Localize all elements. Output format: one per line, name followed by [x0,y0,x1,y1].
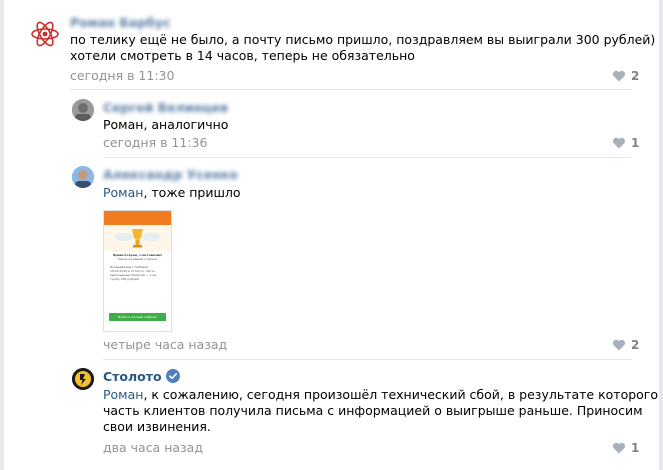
avatar[interactable] [72,368,94,390]
comment-author[interactable]: Роман Барбус [70,15,171,30]
comment-text-rest: , к сожалению, сегодня произошёл техниче… [143,387,659,402]
comment-text-line: по телику ещё не было, а почту письмо пр… [70,32,656,47]
comment-text: Роман, тоже пришло [103,185,241,201]
avatar[interactable] [28,17,62,51]
person-photo-icon [72,99,94,121]
trophy-icon [115,229,160,248]
comment-text: Роман, аналогично [103,117,229,132]
divider [103,157,632,158]
author-name: Столото [103,369,162,384]
like-button[interactable]: 1 [612,136,639,150]
attachment-subtitle: Удача на вашей стороне [118,257,157,261]
mention-link[interactable]: Роман [103,387,143,402]
page-right-edge [659,0,663,470]
attachment-body-text: Поздравляем с победой 19.03.2016 в Столо… [110,265,157,281]
verified-badge-icon [165,369,180,383]
attachment-login-button[interactable]: Войти в личный кабинет [109,313,166,321]
attachment-body: Поздравляем с победой 19.03.2016 в Столо… [110,265,165,311]
attached-image[interactable]: Приветствуем, счастливчик! Удача на ваше… [103,210,172,332]
comment-text-line: хотели смотреть в 14 часов, теперь не об… [70,48,415,63]
comment-timestamp[interactable]: сегодня в 11:36 [103,135,207,150]
atom-logo-icon [31,21,59,47]
comment-author[interactable]: Сергей Белинцев [103,100,228,115]
like-button[interactable]: 2 [612,338,639,352]
heart-icon [612,137,626,149]
attachment-login-label: Войти в личный кабинет [117,315,158,319]
like-count: 2 [631,69,640,83]
like-count: 1 [631,136,640,150]
divider [70,89,632,90]
person-photo-icon [72,166,94,188]
comment-timestamp[interactable]: сегодня в 11:30 [70,68,174,83]
attachment-header [104,211,171,225]
comment-text-line: свои извинения. [103,419,211,434]
heart-icon [612,339,626,351]
comment-text-line: Роман, к сожалению, сегодня произошёл те… [103,387,658,403]
comment-author[interactable]: Столото [103,369,180,384]
like-button[interactable]: 2 [612,69,639,83]
comment-text-line: часть клиентов получила письма с информа… [103,403,643,418]
heart-icon [612,442,626,454]
comment-author[interactable]: Александр Усенко [103,167,238,182]
heart-icon [612,70,626,82]
comment-timestamp[interactable]: четыре часа назад [103,337,227,352]
comment-text-rest: , тоже пришло [143,185,241,200]
avatar[interactable] [72,166,94,188]
like-count: 1 [631,441,640,455]
like-button[interactable]: 1 [612,441,639,455]
page-left-edge [0,0,4,470]
avatar[interactable] [72,99,94,121]
divider [103,359,632,360]
like-count: 2 [631,338,640,352]
mention-link[interactable]: Роман [103,185,143,200]
attachment-banner [104,225,171,251]
comment-timestamp[interactable]: два часа назад [103,440,203,455]
stoloto-logo-icon [72,368,94,390]
